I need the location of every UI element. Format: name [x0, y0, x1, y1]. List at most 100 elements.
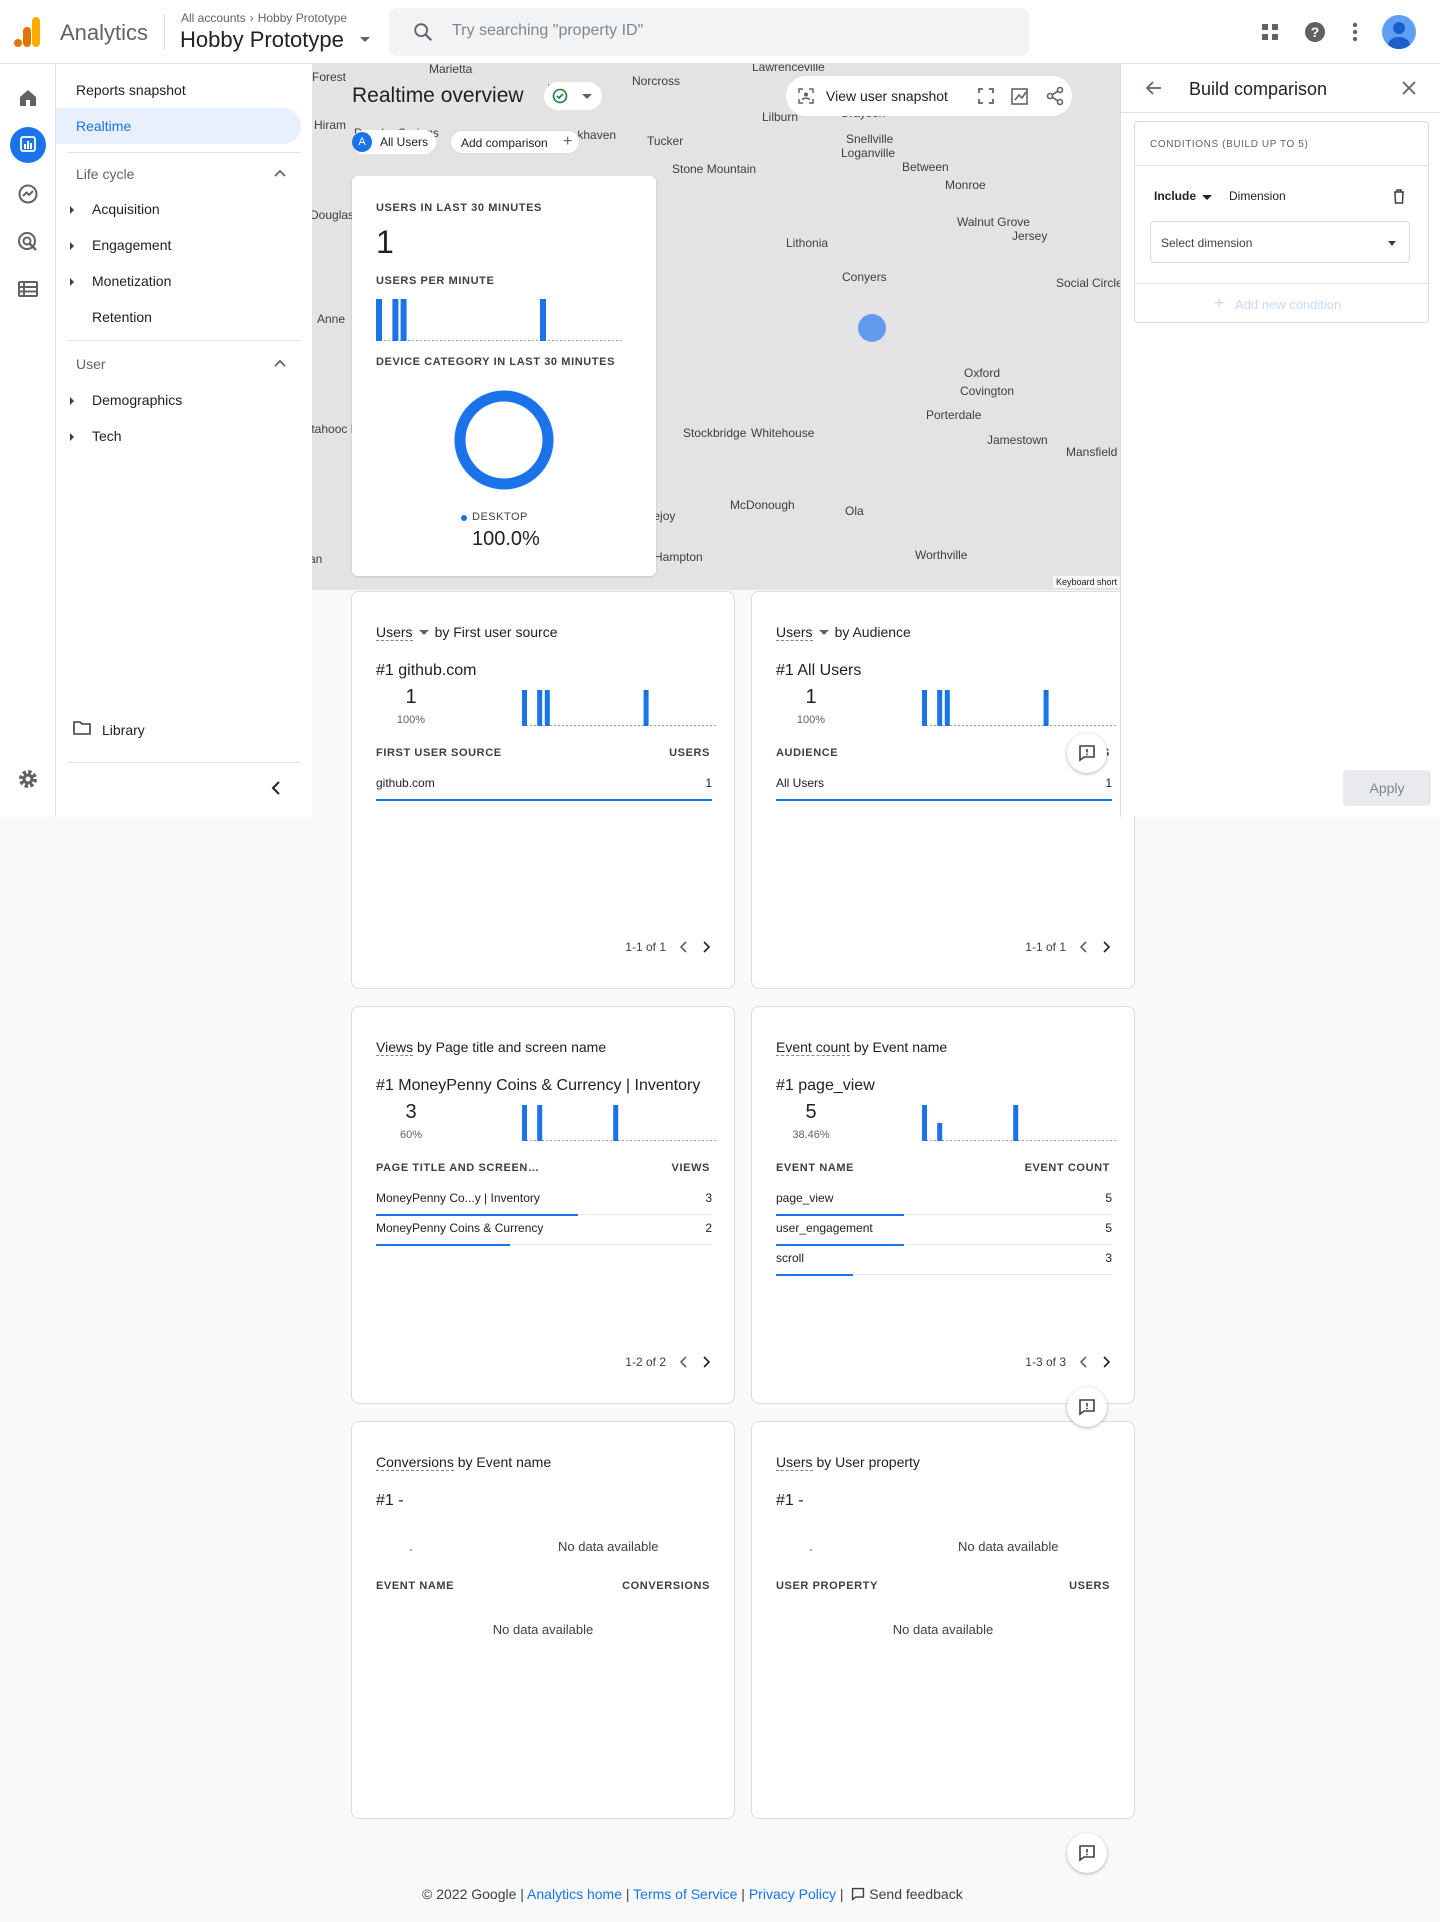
property-selector[interactable]: Hobby Prototype — [180, 27, 344, 53]
view-user-snapshot-button[interactable]: View user snapshot — [826, 88, 948, 104]
card-metric-selector[interactable]: Users — [776, 1454, 813, 1471]
select-dimension-dropdown[interactable]: Select dimension — [1150, 221, 1410, 263]
home-icon[interactable] — [16, 86, 40, 110]
column-header-right[interactable]: USERS — [669, 747, 710, 759]
apply-button[interactable]: Apply — [1343, 770, 1431, 806]
feedback-icon[interactable] — [851, 1887, 865, 1901]
chevron-right-icon[interactable] — [1102, 941, 1110, 953]
analytics-logo[interactable] — [14, 17, 42, 47]
nav-monetization[interactable]: Monetization — [92, 273, 171, 289]
account-avatar[interactable] — [1382, 15, 1416, 49]
column-header-left[interactable]: EVENT NAME — [376, 1580, 454, 1592]
user-snapshot-icon[interactable] — [798, 88, 814, 104]
nav-realtime[interactable]: Realtime — [76, 118, 131, 134]
card-dimension-label[interactable]: by First user source — [435, 624, 558, 640]
nav-user-header[interactable]: User — [76, 356, 106, 372]
card-dimension-label[interactable]: by Event name — [854, 1039, 947, 1055]
column-header-right[interactable]: EVENT COUNT — [1025, 1162, 1110, 1174]
property-dropdown-icon[interactable] — [360, 37, 370, 42]
chevron-left-icon[interactable] — [680, 1356, 688, 1368]
caret-down-icon[interactable] — [818, 630, 829, 635]
include-dropdown[interactable]: Include — [1154, 189, 1196, 203]
table-row[interactable]: MoneyPenny Co...y | Inventory 3 — [376, 1185, 712, 1216]
column-header-right[interactable]: VIEWS — [672, 1162, 710, 1174]
delete-icon[interactable] — [1392, 188, 1406, 204]
help-icon[interactable]: ? — [1303, 20, 1327, 44]
feedback-button[interactable] — [1067, 1833, 1107, 1873]
collapse-nav-icon[interactable] — [270, 780, 282, 796]
nav-retention[interactable]: Retention — [92, 309, 152, 325]
feedback-button[interactable] — [1067, 1387, 1107, 1427]
more-vert-icon[interactable] — [1350, 20, 1360, 44]
table-row[interactable]: user_engagement 5 — [776, 1215, 1112, 1246]
card-metric-selector[interactable]: Event count — [776, 1039, 850, 1056]
column-header-right[interactable]: CONVERSIONS — [622, 1580, 710, 1592]
folder-icon[interactable] — [73, 721, 91, 735]
users-per-minute-chart[interactable] — [376, 297, 624, 343]
card-sparkline-chart[interactable] — [522, 1103, 718, 1143]
status-check-dropdown[interactable] — [544, 82, 602, 110]
nav-lifecycle-header[interactable]: Life cycle — [76, 166, 134, 182]
advertising-icon[interactable] — [16, 230, 40, 254]
close-icon[interactable] — [1401, 80, 1417, 96]
chevron-left-icon[interactable] — [680, 941, 688, 953]
column-header-left[interactable]: EVENT NAME — [776, 1162, 854, 1174]
reports-icon[interactable] — [17, 133, 39, 155]
breadcrumb-property[interactable]: Hobby Prototype — [258, 11, 347, 25]
card-dimension-label[interactable]: by Page title and screen name — [417, 1039, 606, 1055]
expand-arrow-icon[interactable] — [70, 433, 74, 441]
table-row[interactable]: page_view 5 — [776, 1185, 1112, 1216]
nav-engagement[interactable]: Engagement — [92, 237, 171, 253]
caret-down-icon[interactable] — [418, 630, 429, 635]
expand-arrow-icon[interactable] — [70, 397, 74, 405]
column-header-left[interactable]: AUDIENCE — [776, 747, 838, 759]
card-sparkline-chart[interactable] — [922, 688, 1118, 728]
card-dimension-label[interactable]: by User property — [816, 1454, 919, 1470]
nav-tech[interactable]: Tech — [92, 428, 122, 444]
share-icon[interactable] — [1045, 86, 1065, 106]
card-dimension-label[interactable]: by Event name — [458, 1454, 551, 1470]
footer-analytics-home-link[interactable]: Analytics home — [527, 1886, 622, 1902]
chevron-left-icon[interactable] — [1080, 1356, 1088, 1368]
back-arrow-icon[interactable] — [1145, 79, 1163, 97]
add-new-condition-button[interactable]: Add new condition — [1235, 297, 1341, 312]
card-metric-selector[interactable]: Users — [776, 624, 813, 641]
keyboard-shortcuts-link[interactable]: Keyboard short — [1052, 576, 1120, 588]
card-metric-selector[interactable]: Views — [376, 1039, 414, 1056]
nav-library[interactable]: Library — [102, 722, 145, 738]
nav-reports-snapshot[interactable]: Reports snapshot — [76, 82, 186, 98]
breadcrumb[interactable]: All accounts › Hobby Prototype — [181, 11, 347, 25]
chevron-left-icon[interactable] — [1080, 941, 1088, 953]
footer-privacy-link[interactable]: Privacy Policy — [749, 1886, 836, 1902]
insights-chart-icon[interactable] — [1010, 86, 1030, 106]
apps-grid-icon[interactable] — [1261, 23, 1279, 41]
comparison-chip-all-users[interactable]: A All Users — [352, 130, 436, 154]
expand-arrow-icon[interactable] — [70, 242, 74, 250]
footer-terms-link[interactable]: Terms of Service — [633, 1886, 737, 1902]
chevron-right-icon[interactable] — [702, 1356, 710, 1368]
add-comparison-button[interactable]: Add comparison + — [450, 130, 580, 154]
expand-arrow-icon[interactable] — [70, 206, 74, 214]
table-row[interactable]: All Users 1 — [776, 770, 1112, 801]
table-row[interactable]: scroll 3 — [776, 1245, 1112, 1276]
card-metric-selector[interactable]: Conversions — [376, 1454, 454, 1471]
map-user-location-marker[interactable] — [858, 314, 886, 342]
footer-send-feedback[interactable]: Send feedback — [869, 1886, 962, 1902]
nav-acquisition[interactable]: Acquisition — [92, 201, 160, 217]
card-sparkline-chart[interactable] — [522, 688, 718, 728]
column-header-right[interactable]: USERS — [1069, 1580, 1110, 1592]
card-dimension-label[interactable]: by Audience — [835, 624, 911, 640]
table-row[interactable]: github.com 1 — [376, 770, 712, 801]
nav-demographics[interactable]: Demographics — [92, 392, 182, 408]
chevron-up-icon[interactable] — [274, 168, 286, 178]
column-header-left[interactable]: FIRST USER SOURCE — [376, 747, 502, 759]
explore-icon[interactable] — [16, 182, 40, 206]
caret-down-icon[interactable] — [1202, 195, 1212, 200]
fullscreen-icon[interactable] — [978, 88, 994, 104]
search-placeholder[interactable]: Try searching "property ID" — [452, 22, 643, 40]
device-donut-chart[interactable] — [454, 390, 554, 490]
breadcrumb-account[interactable]: All accounts — [181, 11, 246, 25]
column-header-left[interactable]: PAGE TITLE AND SCREEN… — [376, 1162, 540, 1174]
configure-icon[interactable] — [16, 277, 40, 301]
column-header-left[interactable]: USER PROPERTY — [776, 1580, 878, 1592]
